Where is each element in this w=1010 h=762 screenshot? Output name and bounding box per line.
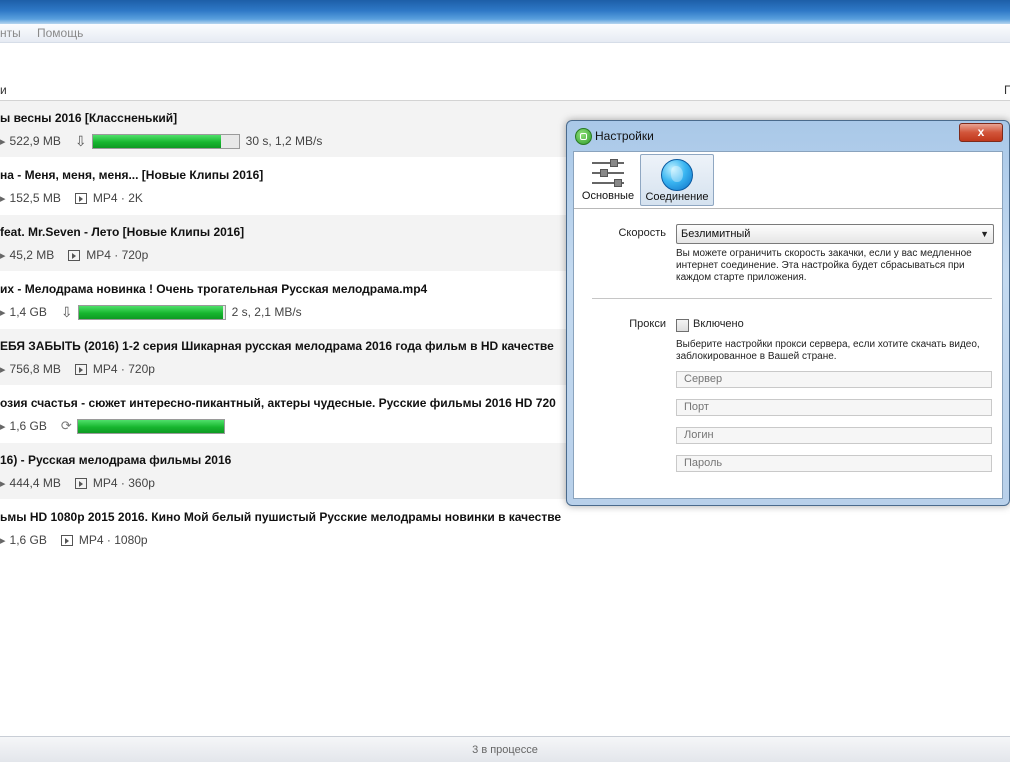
menu-item-tools[interactable]: нты (0, 26, 21, 40)
tab-label: Основные (581, 190, 635, 202)
video-play-icon[interactable] (74, 192, 87, 204)
tab-connection[interactable]: Соединение (640, 154, 714, 206)
size-icon: ▸ (0, 135, 6, 148)
download-format: MP4 · 360p (92, 476, 155, 490)
menu-item-help[interactable]: Помощь (37, 26, 83, 40)
download-arrow-icon: ⇩ (74, 133, 87, 149)
progress-fill (78, 305, 224, 319)
download-info: ▸ 1,6 GB ⟳ (0, 418, 231, 434)
download-info: ▸ 45,2 MB MP4 · 720p (0, 247, 148, 263)
dialog-body: Основные Соединение Скорость Безлимитный… (573, 151, 1003, 499)
speed-select-value: Безлимитный (681, 228, 751, 240)
globe-icon (661, 159, 693, 191)
download-title: ьмы HD 1080p 2015 2016. Кино Мой белый п… (0, 510, 562, 524)
divider (592, 298, 992, 299)
status-bar: 3 в процессе (0, 736, 1010, 762)
speed-label: Скорость (618, 227, 666, 239)
chevron-down-icon: ▼ (980, 229, 989, 239)
close-button[interactable]: x (959, 123, 1003, 142)
download-info: ▸ 756,8 MB MP4 · 720p (0, 361, 155, 377)
app-icon (575, 128, 592, 145)
size-icon: ▸ (0, 534, 6, 547)
password-field[interactable] (676, 455, 992, 472)
menubar: нты Помощь (0, 24, 1010, 43)
status-text: 3 в процессе (472, 744, 538, 756)
speed-select[interactable]: Безлимитный ▼ (676, 224, 994, 244)
download-info: ▸ 522,9 MB ⇩ 30 s, 1,2 MB/s (0, 133, 322, 149)
progress-bar (91, 133, 240, 149)
download-size: 45,2 MB (9, 248, 55, 262)
proxy-help-text: Выберите настройки прокси сервера, если … (676, 339, 980, 362)
login-field[interactable] (676, 427, 992, 444)
window-titlebar (0, 0, 1010, 24)
download-size: 152,5 MB (9, 191, 61, 205)
settings-tabs: Основные Соединение (574, 152, 1002, 209)
progress-fill (77, 419, 224, 433)
size-icon: ▸ (0, 249, 6, 262)
download-title: 16) - Русская мелодрама фильмы 2016 (0, 453, 232, 467)
proxy-label: Прокси (629, 318, 666, 330)
download-info: ▸ 1,6 GB MP4 · 1080p (0, 532, 148, 548)
tab-label: Соединение (645, 191, 709, 203)
speed-help-text: Вы можете ограничить скорость закачки, е… (676, 248, 972, 283)
download-title: feat. Mr.Seven - Лето [Новые Клипы 2016] (0, 225, 245, 239)
proxy-enabled-label[interactable]: Включено (693, 318, 744, 330)
processing-spinner-icon: ⟳ (60, 418, 72, 433)
download-size: 1,4 GB (9, 305, 47, 319)
download-size: 444,4 MB (9, 476, 61, 490)
download-format: MP4 · 2K (92, 191, 143, 205)
progress-fill (92, 134, 222, 148)
settings-dialog: Настройки x Основные Соединение Скорость… (566, 120, 1010, 506)
size-icon: ▸ (0, 420, 6, 433)
download-arrow-icon: ⇩ (60, 304, 73, 320)
progress-bar (77, 304, 226, 320)
size-icon: ▸ (0, 192, 6, 205)
download-info: ▸ 1,4 GB ⇩ 2 s, 2,1 MB/s (0, 304, 302, 320)
download-format: MP4 · 720p (92, 362, 155, 376)
download-eta: 2 s, 2,1 MB/s (231, 305, 302, 319)
download-title: озия счастья - сюжет интересно-пикантный… (0, 396, 556, 410)
size-icon: ▸ (0, 363, 6, 376)
download-eta: 30 s, 1,2 MB/s (245, 134, 323, 148)
download-size: 522,9 MB (9, 134, 61, 148)
toolbar: и П (0, 43, 1010, 101)
download-title: ы весны 2016 [Классненький] (0, 111, 178, 125)
download-size: 1,6 GB (9, 419, 47, 433)
proxy-enabled-checkbox[interactable] (676, 319, 689, 332)
download-format: MP4 · 1080p (78, 533, 148, 547)
download-size: 756,8 MB (9, 362, 61, 376)
download-info: ▸ 444,4 MB MP4 · 360p (0, 475, 155, 491)
video-play-icon[interactable] (60, 534, 73, 546)
sliders-icon (592, 158, 624, 188)
server-field[interactable] (676, 371, 992, 388)
video-play-icon[interactable] (74, 363, 87, 375)
download-info: ▸ 152,5 MB MP4 · 2K (0, 190, 143, 206)
download-row[interactable]: ьмы HD 1080p 2015 2016. Кино Мой белый п… (0, 500, 1010, 557)
download-format: MP4 · 720p (86, 248, 149, 262)
tab-general[interactable]: Основные (576, 154, 640, 204)
download-title: ЕБЯ ЗАБЫТЬ (2016) 1-2 серия Шикарная рус… (0, 339, 554, 353)
dialog-title: Настройки (595, 129, 654, 143)
download-title: их - Мелодрама новинка ! Очень трогатель… (0, 282, 428, 296)
toolbar-right-fragment[interactable]: П (1004, 83, 1010, 97)
port-field[interactable] (676, 399, 992, 416)
video-play-icon[interactable] (74, 477, 87, 489)
size-icon: ▸ (0, 477, 6, 490)
progress-bar (76, 418, 225, 434)
toolbar-left-fragment[interactable]: и (0, 83, 7, 97)
download-title: на - Меня, меня, меня... [Новые Клипы 20… (0, 168, 264, 182)
download-size: 1,6 GB (9, 533, 47, 547)
video-play-icon[interactable] (68, 249, 81, 261)
size-icon: ▸ (0, 306, 6, 319)
